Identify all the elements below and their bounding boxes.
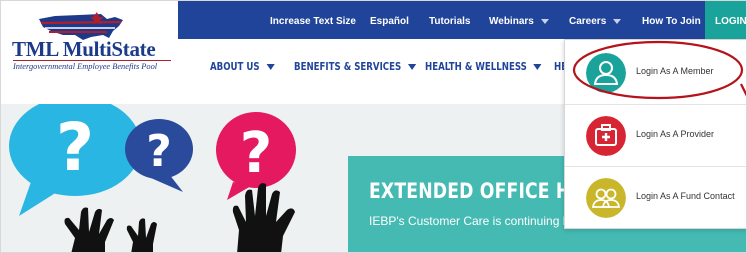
nav-benefits-services[interactable]: BENEFITS & SERVICES	[294, 61, 416, 73]
svg-text:?: ?	[146, 126, 172, 177]
dropdown-label: Login As A Member	[636, 66, 714, 76]
dropdown-label: Login As A Provider	[636, 129, 715, 139]
question-bubble-icon: ?	[125, 119, 193, 192]
raised-hand-icon	[64, 183, 295, 252]
nav-health-wellness[interactable]: HEALTH & WELLNESS	[425, 61, 542, 73]
link-label: Tutorials	[429, 16, 471, 27]
question-bubble-icon: ?	[216, 112, 296, 200]
login-dropdown: Login As A Member Login As A Provider Lo…	[564, 39, 746, 229]
login-as-fund-contact-option[interactable]: Login As A Fund Contact	[565, 166, 746, 228]
careers-menu[interactable]: Careers	[569, 1, 622, 39]
dropdown-label: Login As A Fund Contact	[636, 191, 735, 201]
logo-divider	[13, 60, 171, 61]
login-button[interactable]: LOGIN	[705, 1, 746, 39]
question-bubble-icon: ?	[9, 104, 141, 216]
hero-title: EXTENDED OFFICE HO	[369, 179, 586, 203]
login-as-member-option[interactable]: Login As A Member	[565, 42, 746, 104]
webinars-menu[interactable]: Webinars	[489, 1, 549, 39]
svg-text:?: ?	[56, 109, 94, 186]
nav-label: ABOUT US	[210, 61, 260, 73]
group-icon	[586, 178, 626, 218]
link-label: Increase Text Size	[270, 16, 356, 27]
site-logo[interactable]: TML MultiState Intergovernmental Employe…	[9, 9, 174, 75]
chevron-down-icon	[533, 64, 542, 70]
page: TML MultiState Intergovernmental Employe…	[0, 0, 747, 253]
link-label: How To Join	[642, 16, 701, 27]
member-icon	[586, 53, 626, 93]
medical-kit-icon	[586, 116, 626, 156]
tutorials-link[interactable]: Tutorials	[429, 1, 470, 39]
login-as-provider-option[interactable]: Login As A Provider	[565, 104, 746, 166]
logo-subtitle: Intergovernmental Employee Benefits Pool	[13, 62, 158, 71]
how-to-join-link[interactable]: How To Join	[642, 1, 701, 39]
chevron-down-icon	[266, 64, 275, 70]
link-label: Careers	[569, 16, 607, 27]
link-label: Español	[370, 16, 409, 27]
espanol-link[interactable]: Español	[370, 1, 409, 39]
svg-text:?: ?	[240, 121, 272, 186]
increase-text-size-link[interactable]: Increase Text Size	[270, 1, 356, 39]
chevron-down-icon	[613, 18, 622, 24]
chevron-down-icon	[540, 18, 549, 24]
nav-label: BENEFITS & SERVICES	[294, 61, 402, 73]
hero-illustration: ? ? ?	[9, 104, 296, 252]
logo-title: TML MultiState	[12, 37, 156, 61]
link-label: Webinars	[489, 16, 534, 27]
chevron-down-icon	[407, 64, 416, 70]
nav-label: HEALTH & WELLNESS	[425, 61, 527, 73]
nav-about-us[interactable]: ABOUT US	[210, 61, 275, 73]
